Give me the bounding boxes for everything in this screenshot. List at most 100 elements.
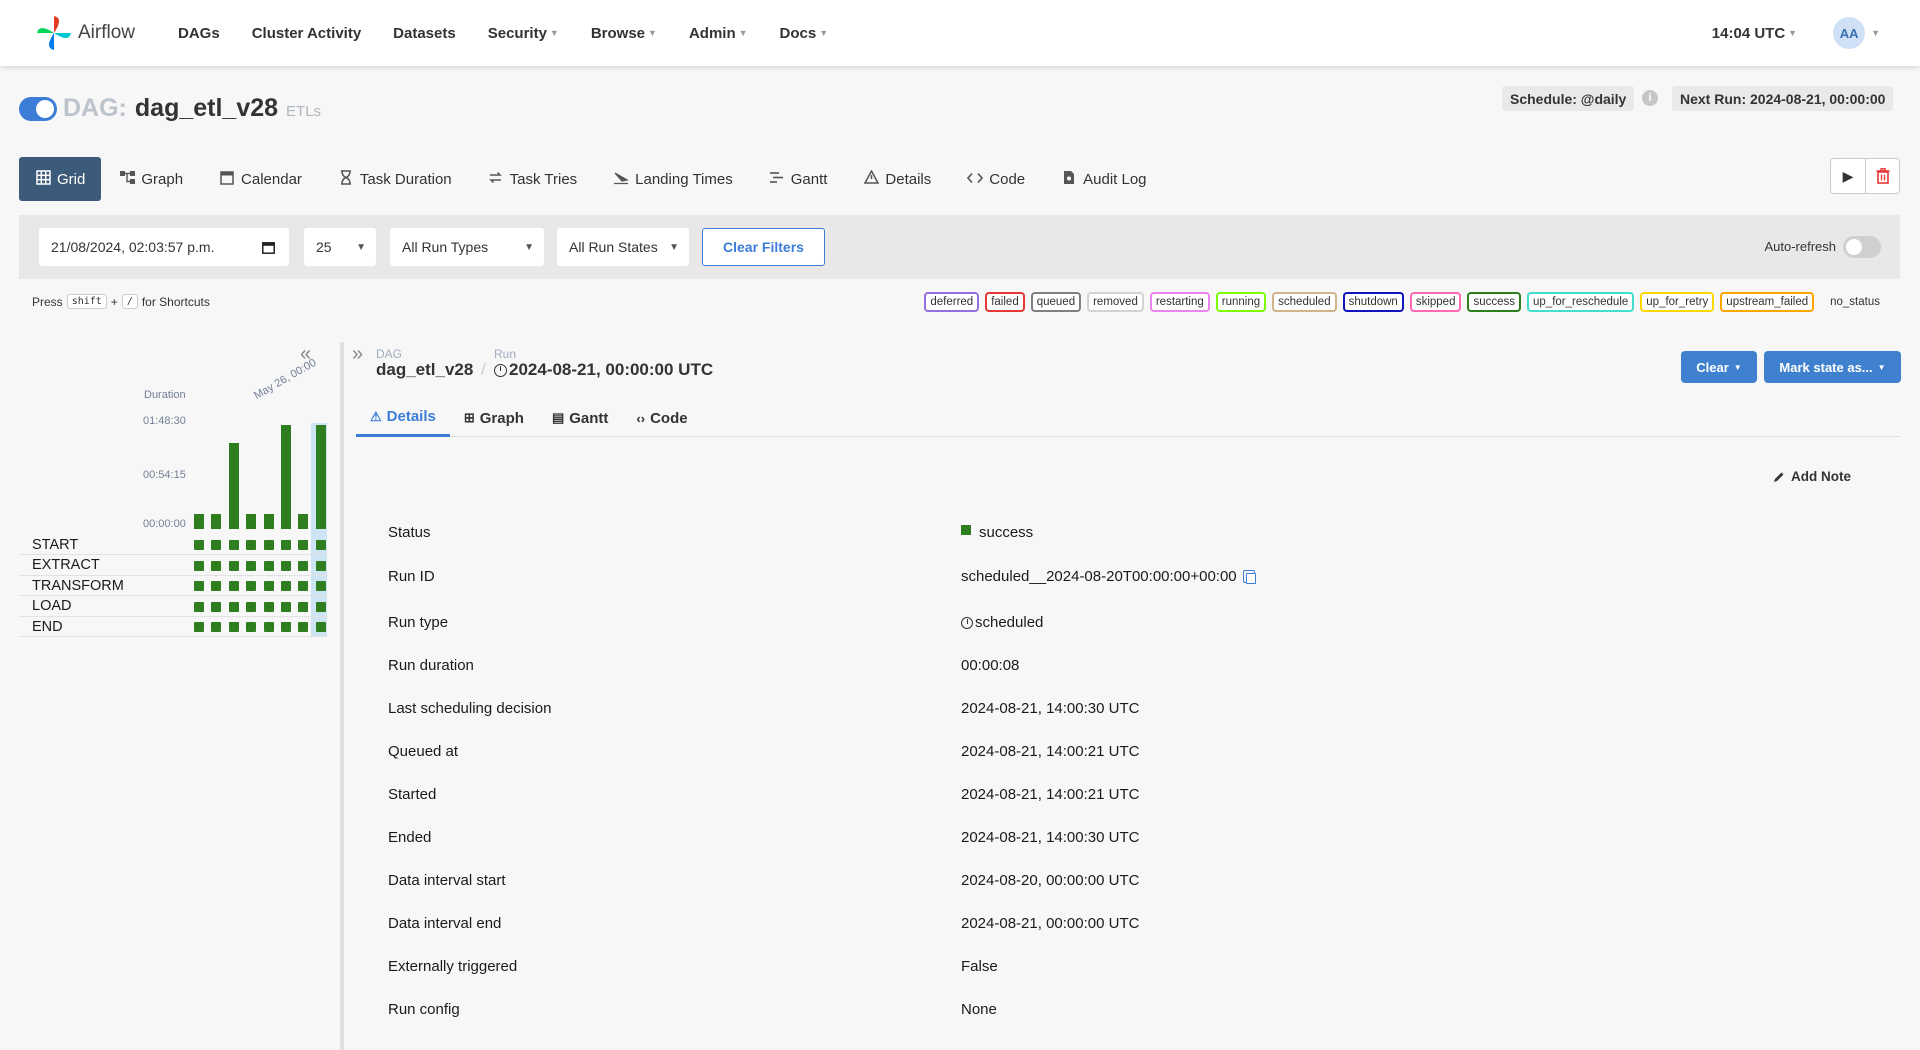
run-duration-bar[interactable] [263,514,274,529]
nav-item-browse[interactable]: Browse ▼ [591,25,657,42]
dag-tag[interactable]: ETLs [286,103,321,120]
task-instance-cell[interactable] [228,581,239,592]
nav-item-cluster-activity[interactable]: Cluster Activity [252,25,361,42]
run-duration-bar[interactable] [315,425,326,529]
task-instance-cell[interactable] [246,622,257,633]
nav-item-datasets[interactable]: Datasets [393,25,456,42]
task-instance-cell[interactable] [298,601,309,612]
add-note-button[interactable]: Add Note [1773,469,1851,484]
legend-badge-skipped[interactable]: skipped [1409,292,1462,312]
task-instance-cell[interactable] [228,540,239,550]
run-duration-bar[interactable] [211,514,222,529]
legend-badge-shutdown[interactable]: shutdown [1342,292,1404,312]
task-instance-cell[interactable] [298,560,309,571]
legend-badge-restarting[interactable]: restarting [1149,292,1210,312]
run-duration-bar[interactable] [246,514,257,529]
task-instance-cell[interactable] [263,601,274,612]
run-state-select[interactable]: All Run States ▼ [557,228,689,266]
collapse-grid-icon[interactable]: « [300,343,311,366]
task-instance-cell[interactable] [228,560,239,571]
task-instance-cell[interactable] [263,581,274,592]
delete-dag-button[interactable] [1865,159,1899,193]
tab-calendar[interactable]: Calendar [201,157,320,201]
task-instance-cell[interactable] [298,622,309,633]
legend-badge-success[interactable]: success [1467,292,1522,312]
tab-gantt[interactable]: Gantt [751,157,846,201]
legend-badge-up-for-reschedule[interactable]: up_for_reschedule [1527,292,1635,312]
tab-task-tries[interactable]: Task Tries [470,157,596,201]
task-instance-cell[interactable] [194,540,204,550]
trigger-dag-button[interactable]: ▶ [1831,159,1865,193]
airflow-logo[interactable]: Airflow [34,13,174,53]
task-instance-cell[interactable] [281,622,291,633]
task-instance-cell[interactable] [211,540,222,550]
task-instance-cell[interactable] [281,581,291,592]
info-icon[interactable]: i [1642,90,1658,106]
task-instance-cell[interactable] [298,581,309,592]
clear-filters-button[interactable]: Clear Filters [702,228,825,266]
nav-item-admin[interactable]: Admin ▼ [689,25,748,42]
subtab-code[interactable]: ‹› Code [622,399,701,437]
task-instance-cell[interactable] [246,581,257,592]
tab-landing-times[interactable]: Landing Times [595,157,751,201]
tab-code[interactable]: Code [949,157,1043,201]
task-instance-cell[interactable] [281,560,291,571]
utc-clock[interactable]: 14:04 UTC ▼ [1712,25,1797,42]
tab-audit-log[interactable]: Audit Log [1043,157,1164,201]
task-instance-cell[interactable] [194,622,204,633]
task-instance-cell[interactable] [315,622,326,633]
subtab-details[interactable]: ⚠ Details [356,399,450,437]
task-instance-cell[interactable] [228,622,239,633]
legend-badge-failed[interactable]: failed [985,292,1025,312]
run-duration-bar[interactable] [228,443,239,529]
subtab-gantt[interactable]: ▤ Gantt [538,399,622,437]
nav-item-security[interactable]: Security ▼ [488,25,559,42]
tab-graph[interactable]: Graph [101,157,201,201]
nav-item-dags[interactable]: DAGs [178,25,220,42]
task-instance-cell[interactable] [263,622,274,633]
legend-badge-no-status[interactable]: no_status [1824,292,1886,312]
legend-badge-up-for-retry[interactable]: up_for_retry [1640,292,1715,312]
run-duration-bar[interactable] [194,514,204,529]
task-instance-cell[interactable] [194,601,204,612]
tab-details[interactable]: Details [845,157,949,201]
expand-details-icon[interactable]: » [352,343,363,366]
nav-item-docs[interactable]: Docs ▼ [780,25,829,42]
avatar[interactable]: AA [1833,17,1866,49]
task-instance-cell[interactable] [228,601,239,612]
task-instance-cell[interactable] [281,601,291,612]
task-instance-cell[interactable] [246,560,257,571]
run-type-select[interactable]: All Run Types ▼ [390,228,544,266]
task-instance-cell[interactable] [211,581,222,592]
task-instance-cell[interactable] [194,560,204,571]
task-instance-cell[interactable] [211,560,222,571]
mark-state-button[interactable]: Mark state as... ▼ [1764,351,1901,383]
copy-icon[interactable] [1242,570,1256,584]
legend-badge-upstream-failed[interactable]: upstream_failed [1720,292,1815,312]
task-instance-cell[interactable] [263,540,274,550]
legend-badge-running[interactable]: running [1215,292,1267,312]
task-instance-cell[interactable] [315,540,326,550]
task-instance-cell[interactable] [211,601,222,612]
task-instance-cell[interactable] [211,622,222,633]
task-instance-cell[interactable] [263,560,274,571]
task-instance-cell[interactable] [298,540,309,550]
base-date-input[interactable]: 21/08/2024, 02:03:57 p.m. [39,228,289,266]
run-duration-bar[interactable] [298,514,309,529]
task-instance-cell[interactable] [315,601,326,612]
panel-divider[interactable] [340,342,344,1050]
legend-badge-removed[interactable]: removed [1087,292,1144,312]
legend-badge-queued[interactable]: queued [1030,292,1082,312]
clear-run-button[interactable]: Clear ▼ [1681,351,1757,383]
task-instance-cell[interactable] [315,560,326,571]
num-runs-select[interactable]: 25 ▼ [304,228,376,266]
task-instance-cell[interactable] [194,581,204,592]
tab-task-duration[interactable]: Task Duration [320,157,470,201]
autorefresh-toggle[interactable] [1843,236,1881,258]
subtab-graph[interactable]: ⊞ Graph [450,399,538,437]
breadcrumb-dag[interactable]: dag_etl_v28 [376,360,473,380]
run-duration-bar[interactable] [281,425,291,529]
tab-grid[interactable]: Grid [19,157,102,201]
dag-pause-toggle[interactable] [19,96,57,121]
task-instance-cell[interactable] [246,540,257,550]
